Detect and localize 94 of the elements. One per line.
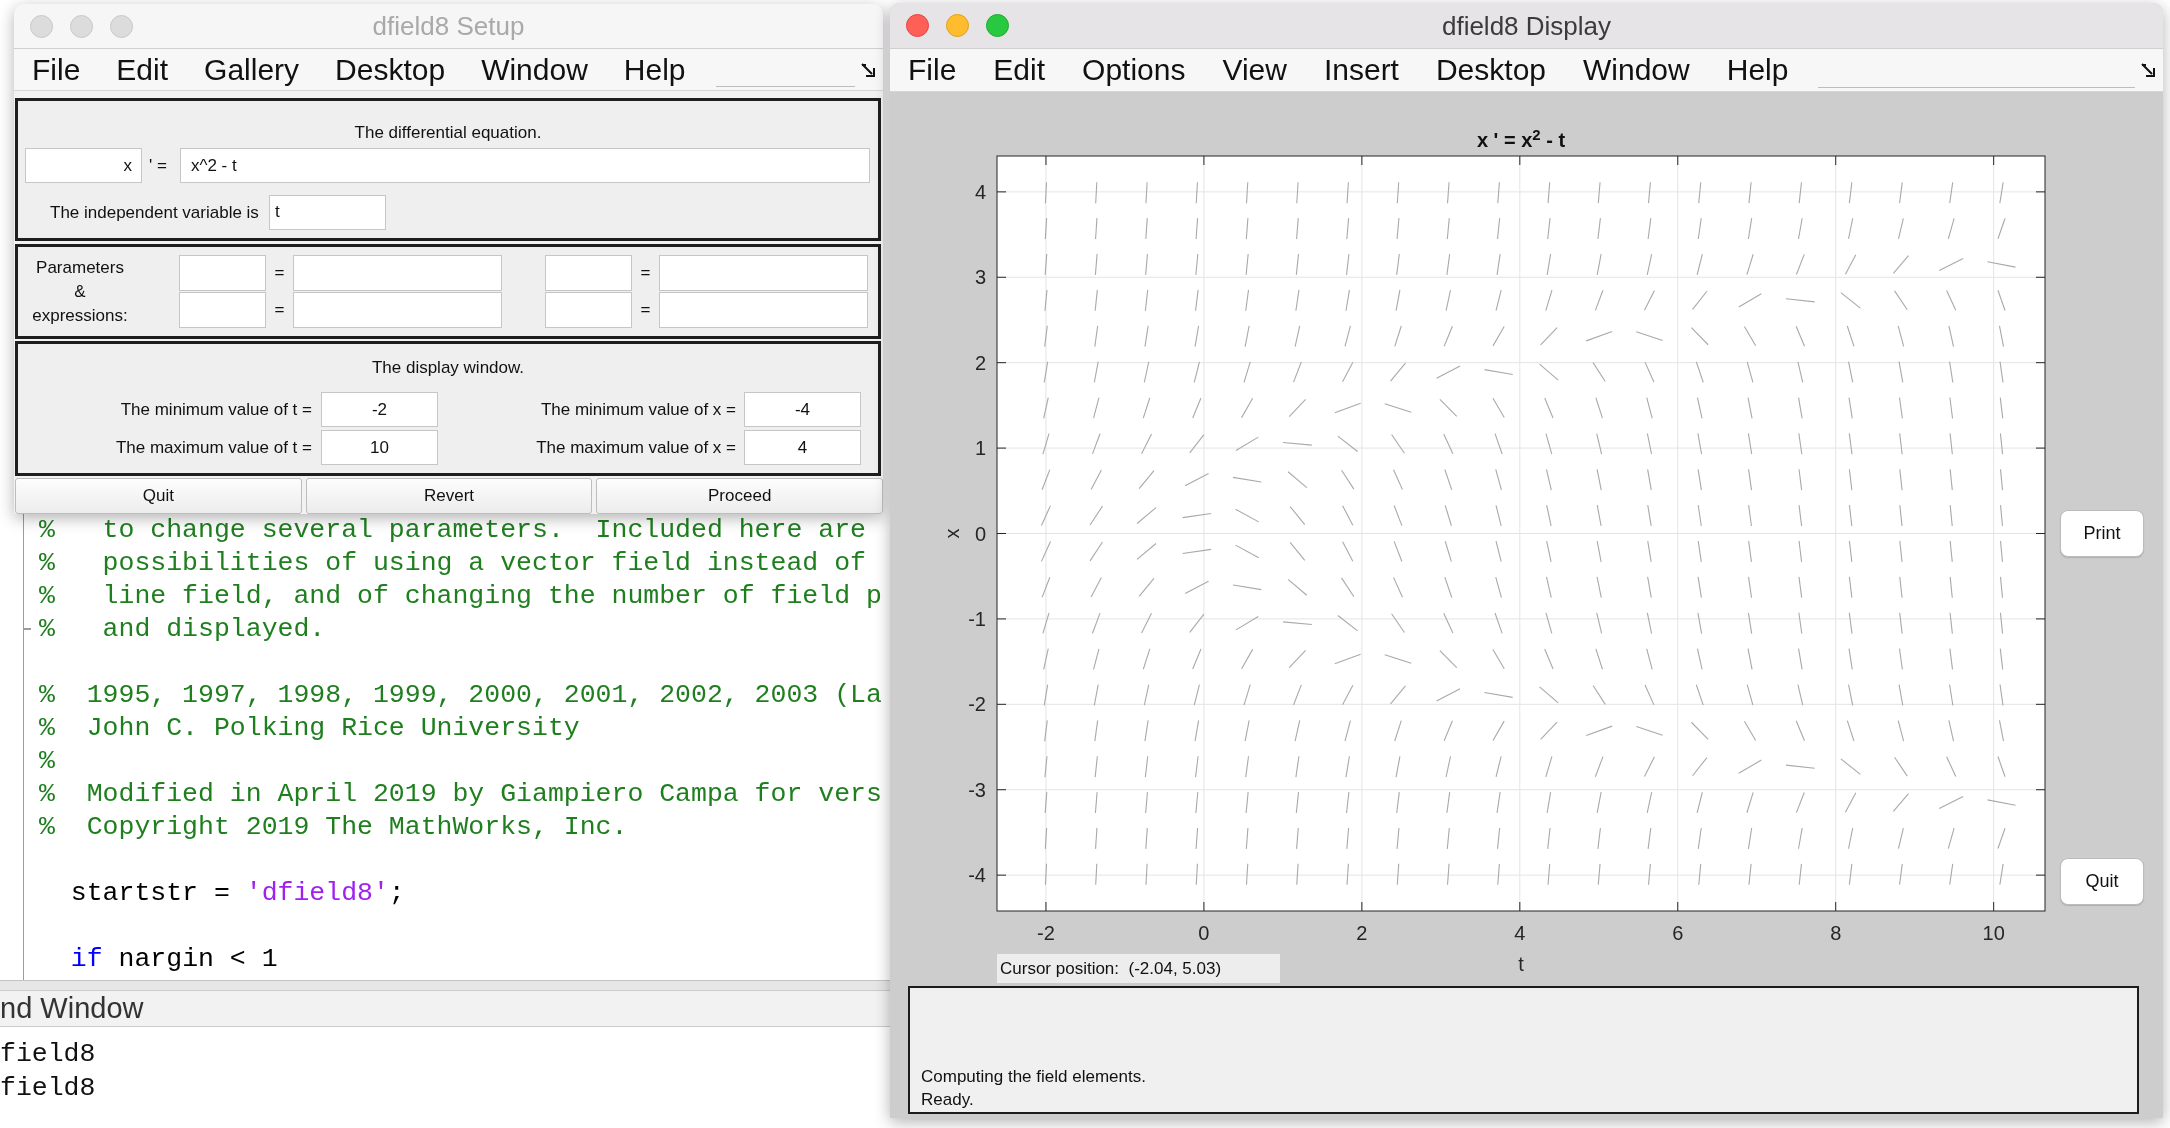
y-tick-label: 0	[974, 522, 986, 545]
equation-field[interactable]: x^2 - t	[179, 148, 870, 183]
equals-label: =	[273, 299, 286, 322]
y-axis-label: x	[941, 528, 963, 539]
derivative-label: ' =	[149, 154, 167, 177]
y-tick-label: -1	[968, 607, 986, 630]
status-message: Ready.	[921, 1089, 974, 1111]
command-output-line: field8	[0, 1038, 96, 1071]
menu-item[interactable]: Window	[1583, 53, 1690, 87]
limit-field[interactable]: -4	[744, 392, 861, 427]
x-axis-label: t	[1518, 954, 1524, 974]
panel-heading: The differential equation.	[354, 123, 542, 143]
menu-item[interactable]: Options	[1082, 53, 1186, 87]
dock-arrow-icon[interactable]	[861, 62, 875, 77]
status-message: Computing the field elements.	[921, 1066, 1146, 1088]
menu-item[interactable]: File	[32, 52, 81, 87]
code-line: % Copyright 2019 The MathWorks, Inc.	[39, 811, 628, 844]
y-tick-label: 3	[974, 266, 986, 289]
menu-item[interactable]: Gallery	[204, 52, 300, 87]
parameter-value-field[interactable]	[659, 292, 868, 328]
limit-field[interactable]: 4	[744, 430, 861, 465]
y-tick-label: -3	[968, 778, 986, 801]
code-line: %	[39, 745, 55, 778]
code-line: % and displayed.	[39, 613, 326, 646]
x-tick-label: -2	[1037, 922, 1055, 944]
code-line: % possibilities of using a vector field instead of	[39, 547, 866, 580]
limit-field[interactable]: -2	[321, 392, 438, 427]
minimize-button[interactable]	[70, 14, 93, 38]
x-tick-label: 4	[1514, 922, 1526, 944]
menu-item[interactable]: Desktop	[335, 52, 446, 87]
limit-field[interactable]: 10	[321, 430, 438, 465]
parameters-label: Parameters & expressions:	[31, 256, 129, 327]
x-tick-label: 10	[1982, 922, 2005, 944]
menu-item[interactable]: Help	[623, 52, 686, 87]
parameter-name-field[interactable]	[545, 292, 632, 328]
y-tick-label: 2	[974, 351, 986, 374]
y-tick-label: -2	[968, 693, 986, 716]
equals-label: =	[639, 262, 652, 285]
close-button[interactable]	[30, 14, 53, 38]
print-button[interactable]: Print	[2060, 510, 2144, 557]
menu-item[interactable]: Desktop	[1435, 53, 1546, 87]
plot-title: x ' = x$^{2}$ - t	[1476, 128, 1566, 153]
menu-item[interactable]: Help	[1726, 53, 1789, 87]
zoom-button[interactable]	[110, 14, 133, 38]
window-title: dfield8 Setup	[372, 11, 525, 41]
proceed-button[interactable]: Proceed	[596, 478, 883, 514]
code-line: % John C. Polking Rice University	[39, 712, 580, 745]
independent-variable-field[interactable]: t	[268, 195, 386, 230]
minimize-button[interactable]	[946, 14, 969, 37]
panel-heading: The display window.	[371, 358, 525, 378]
quit-button[interactable]: Quit	[15, 478, 302, 514]
parameter-value-field[interactable]	[293, 255, 502, 291]
x-tick-label: 2	[1356, 922, 1368, 944]
parameter-name-field[interactable]	[545, 255, 632, 291]
code-line: % to change several parameters. Included here are	[39, 514, 866, 547]
code-line: startstr = 'dfield8';	[69, 877, 405, 910]
quit-button[interactable]: Quit	[2060, 858, 2144, 905]
field-label: The maximum value of x =	[536, 436, 736, 459]
field-label: The minimum value of t =	[120, 398, 312, 421]
parameter-value-field[interactable]	[293, 292, 502, 328]
menu-item[interactable]: Edit	[116, 52, 169, 87]
y-tick-label: 4	[974, 180, 986, 203]
y-tick-label: 1	[974, 437, 986, 460]
field-label: The independent variable is	[50, 201, 259, 224]
code-line: % 1995, 1997, 1998, 1999, 2000, 2001, 2002, 2003 (La	[39, 679, 882, 712]
x-tick-label: 8	[1830, 922, 1842, 944]
code-line: % line field, and of changing the number of field p	[39, 580, 882, 613]
field-label: The minimum value of x =	[540, 398, 736, 421]
pane-splitter[interactable]	[0, 980, 890, 990]
menu-item[interactable]: View	[1222, 53, 1287, 87]
x-tick-label: 6	[1672, 922, 1684, 944]
equals-label: =	[273, 262, 286, 285]
menu-item[interactable]: Window	[481, 52, 588, 87]
menu-item[interactable]: File	[908, 53, 957, 87]
cursor-position-readout: Cursor position: (-2.04, 5.03)	[997, 954, 1280, 983]
code-line: % Modified in April 2019 by Giampiero Campa for vers	[39, 778, 882, 811]
menu-item[interactable]: Insert	[1323, 53, 1399, 87]
code-line: if nargin < 1	[69, 943, 278, 976]
field-label: The maximum value of t =	[115, 436, 312, 459]
x-tick-label: 0	[1198, 922, 1210, 944]
zoom-button[interactable]	[986, 14, 1009, 37]
window-title: dfield8 Display	[1441, 10, 1612, 41]
dock-arrow-icon[interactable]	[2141, 63, 2155, 77]
equals-label: =	[639, 299, 652, 322]
close-button[interactable]	[906, 14, 929, 37]
revert-button[interactable]: Revert	[305, 478, 593, 514]
menu-item[interactable]: Edit	[993, 53, 1046, 87]
parameter-name-field[interactable]	[179, 292, 266, 328]
y-tick-label: -4	[968, 864, 986, 887]
command-output-line: field8	[0, 1072, 96, 1105]
parameter-value-field[interactable]	[659, 255, 868, 291]
parameter-name-field[interactable]	[179, 255, 266, 291]
dependent-variable-field[interactable]: x	[25, 148, 142, 183]
panel-header: nd Window	[0, 990, 890, 1027]
